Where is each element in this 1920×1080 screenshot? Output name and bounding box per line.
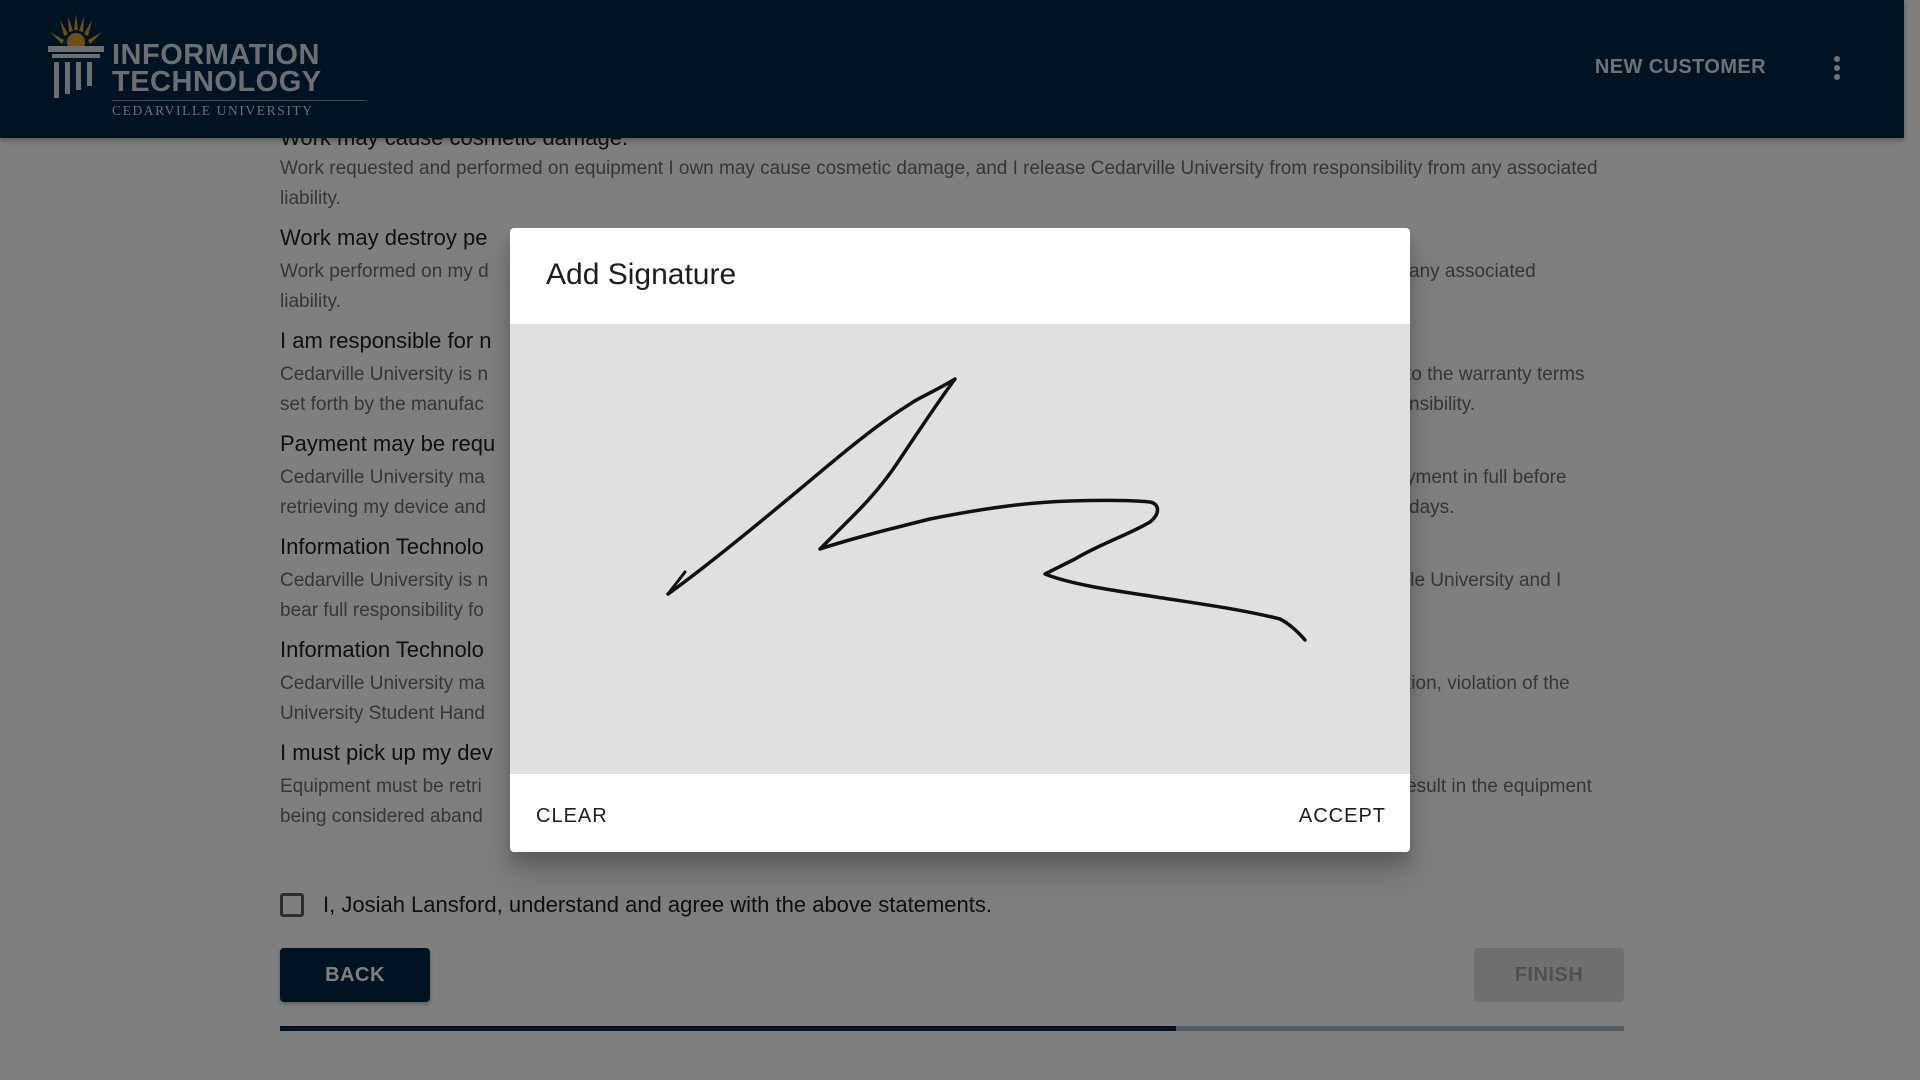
add-signature-dialog: Add Signature CLEAR ACCEPT <box>510 228 1410 852</box>
dialog-title: Add Signature <box>546 258 737 291</box>
signature-pad[interactable] <box>510 324 1410 774</box>
signature-stroke <box>666 377 1307 642</box>
accept-button[interactable]: ACCEPT <box>1289 794 1396 838</box>
clear-button[interactable]: CLEAR <box>526 794 618 838</box>
